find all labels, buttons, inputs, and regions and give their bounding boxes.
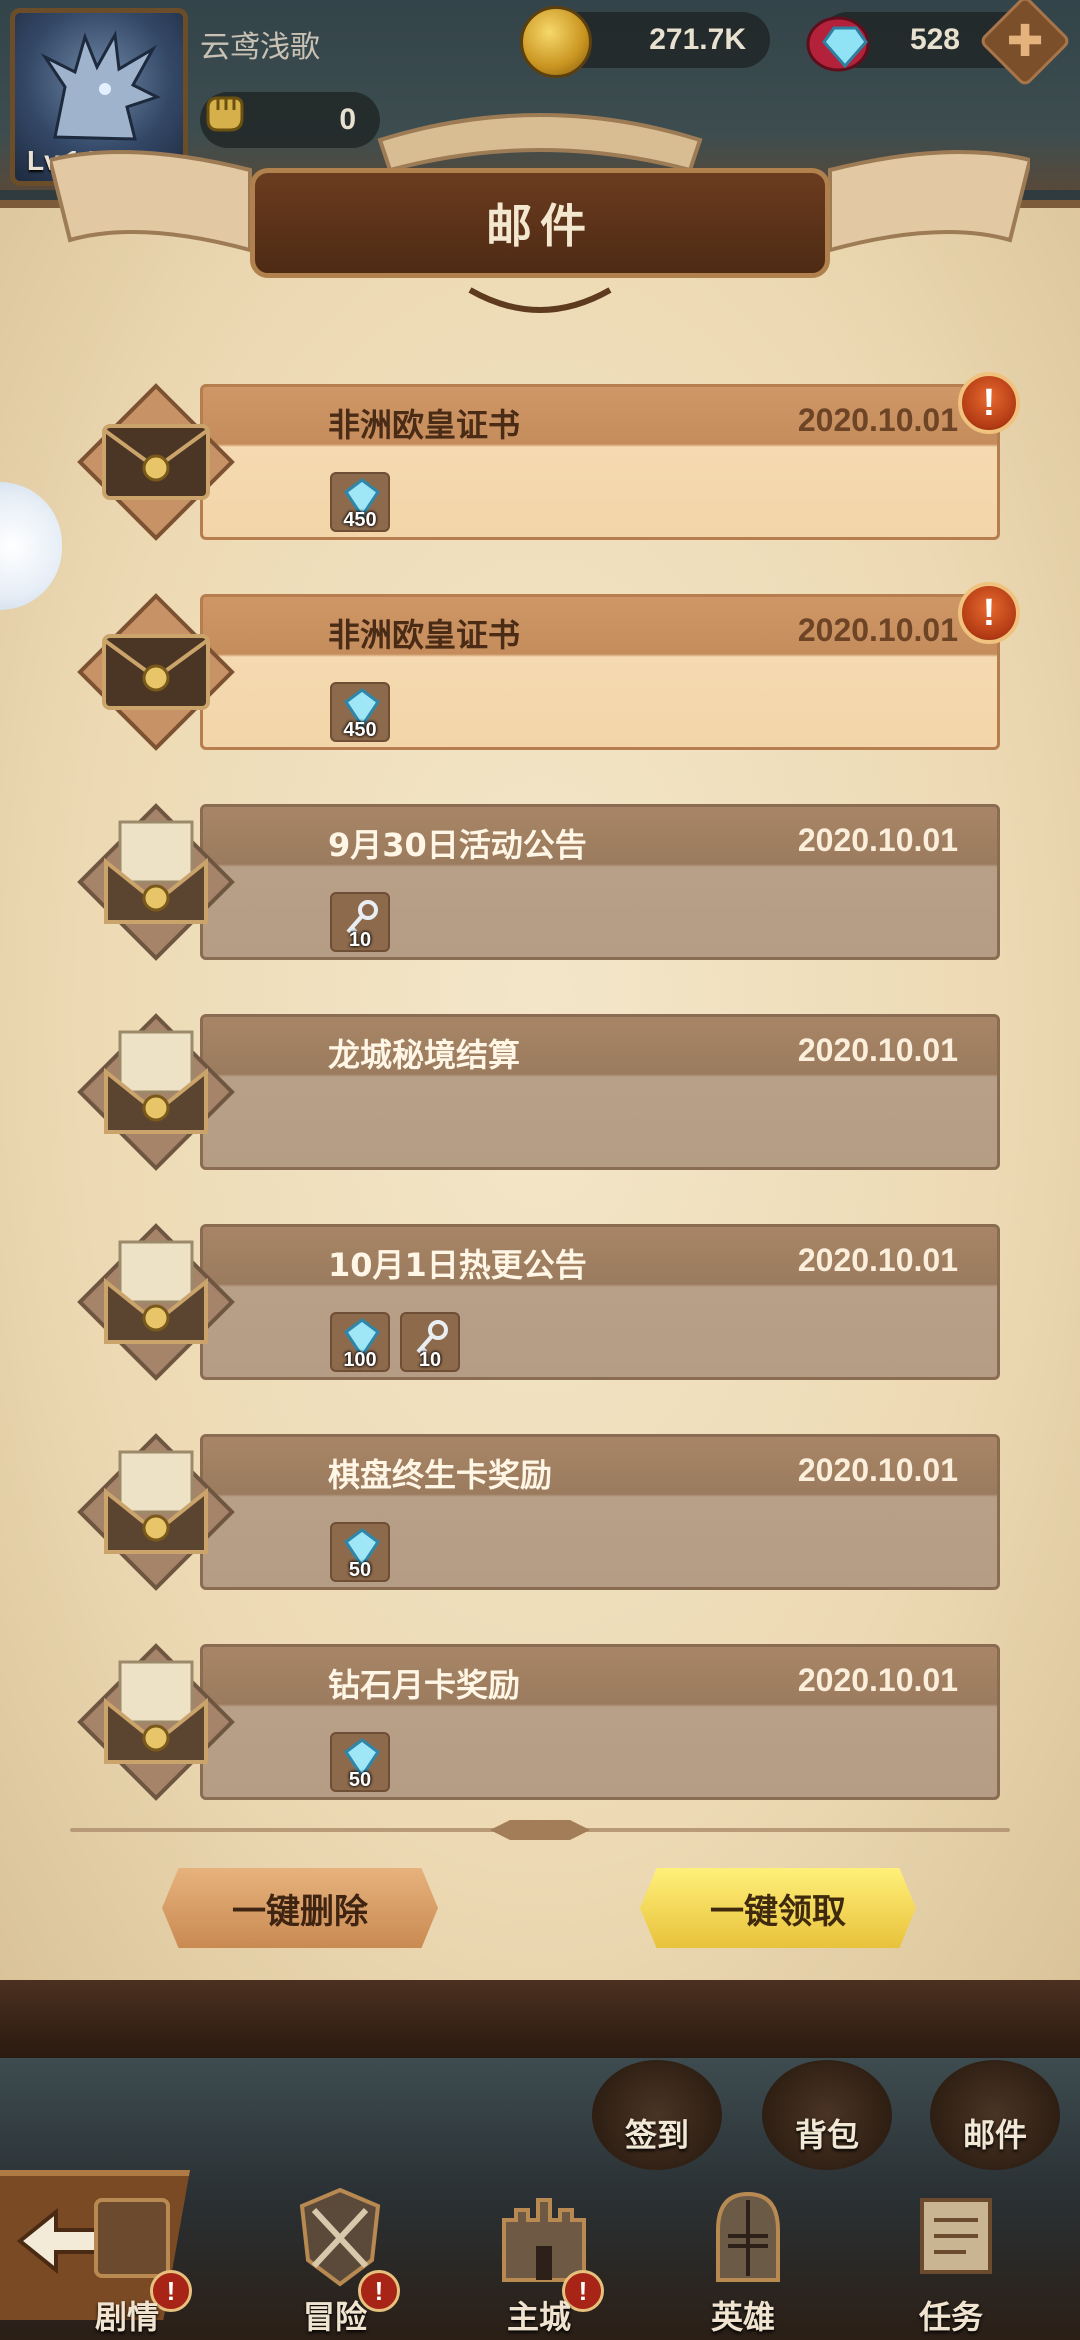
mail-date: 2020.10.01 [797,612,958,648]
attachment-count: 10 [348,929,372,951]
attachment-count: 50 [348,1769,372,1791]
attachment-item[interactable]: 50 [330,1522,390,1582]
alert-icon: ! [958,372,1020,434]
attachment-item[interactable]: 450 [330,472,390,532]
mail-attachments: 450 [330,682,390,742]
nav-heroes[interactable]: 英雄 [668,2180,818,2340]
mail-item[interactable]: 钻石月卡奖励 2020.10.01 50 [70,1632,1020,1812]
mail-item[interactable]: 非洲欧皇证书 2020.10.01 ! 450 [70,372,1020,552]
mail-shortcut-label: 邮件 [962,2116,1027,2154]
mail-title: 钻石月卡奖励 [328,1666,521,1704]
mail-attachments: 450 [330,472,390,532]
attachment-count: 10 [418,1349,442,1371]
mail-date: 2020.10.01 [797,402,958,438]
nav-label: 剧情 [94,2298,159,2336]
mail-date: 2020.10.01 [797,822,958,858]
mail-title: 棋盘终生卡奖励 [328,1456,553,1494]
mail-item[interactable]: 10月1日热更公告 2020.10.01 100 10 [70,1212,1020,1392]
page-title: 邮件 [486,199,594,253]
mail-title: 龙城秘境结算 [328,1036,521,1074]
attachment-count: 450 [343,509,377,531]
nav-adventure[interactable]: ! 冒险 [260,2180,410,2340]
mail-item[interactable]: 龙城秘境结算 2020.10.01 [70,1002,1020,1182]
opened-envelope-icon [77,1013,235,1171]
nav-label: 主城 [506,2298,571,2336]
opened-envelope-icon [77,1433,235,1591]
nav-label: 冒险 [302,2298,367,2336]
mail-item[interactable]: 非洲欧皇证书 2020.10.01 ! 450 [70,582,1020,762]
attachment-item[interactable]: 50 [330,1732,390,1792]
nav-tasks[interactable]: 任务 [876,2180,1026,2340]
mail-date: 2020.10.01 [797,1242,958,1278]
mail-title: 10月1日热更公告 [328,1246,587,1284]
mail-attachments: 10 [330,892,390,952]
nav-label: 任务 [918,2298,983,2336]
mail-attachments: 50 [330,1732,390,1792]
attachment-item[interactable]: 10 [330,892,390,952]
player-name: 云鸢浅歌 [200,30,320,65]
opened-envelope-icon [77,1643,235,1801]
mail-date: 2020.10.01 [797,1662,958,1698]
attachment-count: 100 [343,1349,377,1371]
divider-ornament [490,1820,590,1840]
mail-attachments: 100 10 [330,1312,460,1372]
mail-title: 非洲欧皇证书 [328,616,521,654]
plus-icon: ✚ [1006,15,1044,67]
mail-title: 非洲欧皇证书 [328,406,521,444]
backpack-label: 背包 [794,2116,859,2154]
mail-title: 9月30日活动公告 [328,826,587,864]
attachment-item[interactable]: 450 [330,682,390,742]
attachment-count: 450 [343,719,377,741]
divider [70,1820,1010,1840]
alert-icon: ! [958,582,1020,644]
gem-value: 528 [909,23,960,56]
nav-label: 英雄 [710,2298,775,2336]
gold-value: 271.7K [649,23,746,56]
scroll-map-icon [920,2198,992,2274]
mail-date: 2020.10.01 [797,1452,958,1488]
mail-date: 2020.10.01 [797,1032,958,1068]
sealed-envelope-icon [77,383,235,541]
panel-bottom-edge [0,1980,1080,2058]
mail-item[interactable]: 9月30日活动公告 2020.10.01 10 [70,792,1020,972]
mail-item[interactable]: 棋盘终生卡奖励 2020.10.01 50 [70,1422,1020,1602]
opened-envelope-icon [77,803,235,961]
nav-main-city[interactable]: ! 主城 [464,2180,614,2340]
checkin-label: 签到 [624,2116,689,2154]
delete-all-button[interactable]: 一键删除 [162,1868,438,1948]
mail-attachments: 50 [330,1522,390,1582]
claim-all-button[interactable]: 一键领取 [640,1868,916,1948]
sealed-envelope-icon [77,593,235,751]
attachment-count: 50 [348,1559,372,1581]
gem-bag-icon [806,16,870,72]
gold-coin-icon [520,6,592,78]
attachment-item[interactable]: 10 [400,1312,460,1372]
knight-helmet-icon [716,2191,780,2282]
nav-story[interactable]: ! 剧情 [52,2180,202,2340]
opened-envelope-icon [77,1223,235,1381]
attachment-item[interactable]: 100 [330,1312,390,1372]
